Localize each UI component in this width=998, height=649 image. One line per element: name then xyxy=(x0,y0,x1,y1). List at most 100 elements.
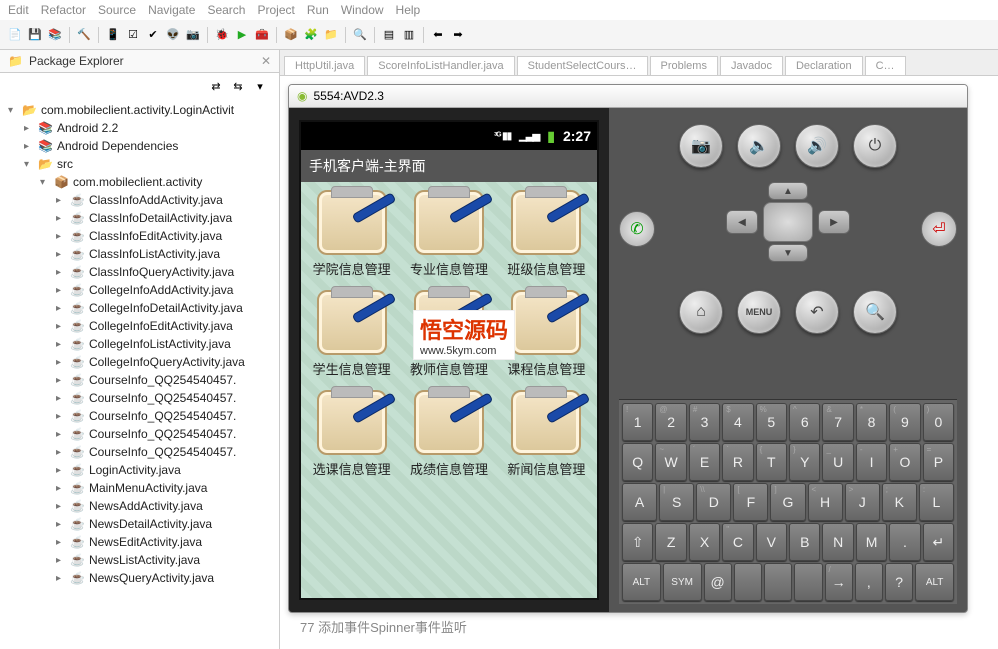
key[interactable]: [F xyxy=(733,483,768,521)
key[interactable]: SYM xyxy=(663,563,702,601)
end-call-button[interactable]: ⏎ xyxy=(921,211,957,247)
volume-up-button[interactable]: 🔊 xyxy=(795,124,839,168)
tree-item[interactable]: ▾📂src xyxy=(0,155,279,173)
camera-button[interactable]: 📷 xyxy=(679,124,723,168)
key[interactable]: A xyxy=(622,483,657,521)
key[interactable]: (9 xyxy=(889,403,920,441)
key[interactable]: *8 xyxy=(856,403,887,441)
tree-item[interactable]: ▸☕ClassInfoDetailActivity.java xyxy=(0,209,279,227)
menu-item[interactable]: Refactor xyxy=(41,3,86,17)
key[interactable]: ALT xyxy=(622,563,661,601)
app-cell[interactable]: 成绩信息管理 xyxy=(402,390,495,478)
key[interactable]: N xyxy=(822,523,853,561)
tree-item[interactable]: ▸☕CollegeInfoAddActivity.java xyxy=(0,281,279,299)
external-icon[interactable]: 🧰 xyxy=(253,26,271,44)
key[interactable]: /→ xyxy=(825,563,853,601)
tab[interactable]: Problems xyxy=(650,56,718,75)
menu-item[interactable]: Source xyxy=(98,3,136,17)
tree-item[interactable]: ▸☕CourseInfo_QQ254540457. xyxy=(0,443,279,461)
tab[interactable]: Declaration xyxy=(785,56,863,75)
key[interactable]: #3 xyxy=(689,403,720,441)
key[interactable]: &7 xyxy=(822,403,853,441)
save-icon[interactable]: 💾 xyxy=(26,26,44,44)
package-tree[interactable]: ▾📂com.mobileclient.activity.LoginActivit… xyxy=(0,99,279,649)
build-icon[interactable]: 🔨 xyxy=(75,26,93,44)
key[interactable] xyxy=(794,563,822,601)
tab[interactable]: C… xyxy=(865,56,906,75)
tree-item[interactable]: ▸☕NewsListActivity.java xyxy=(0,551,279,569)
tree-item[interactable]: ▸☕CollegeInfoQueryActivity.java xyxy=(0,353,279,371)
wizard-icon[interactable]: 👽 xyxy=(164,26,182,44)
tree-item[interactable]: ▸☕ClassInfoAddActivity.java xyxy=(0,191,279,209)
tree-item[interactable]: ▸☕CourseInfo_QQ254540457. xyxy=(0,425,279,443)
collapse-icon[interactable]: ⇄ xyxy=(207,77,225,95)
call-button[interactable]: ✆ xyxy=(619,211,655,247)
key[interactable]: |S xyxy=(659,483,694,521)
key[interactable]: Z xyxy=(655,523,686,561)
app-cell[interactable]: 学生信息管理 xyxy=(305,290,398,378)
save-all-icon[interactable]: 📚 xyxy=(46,26,64,44)
menu-icon[interactable]: ▾ xyxy=(251,77,269,95)
key[interactable]: @ xyxy=(704,563,732,601)
menu-button[interactable]: MENU xyxy=(737,290,781,334)
key[interactable]: !1 xyxy=(622,403,653,441)
app-cell[interactable]: 新闻信息管理 xyxy=(500,390,593,478)
menu-item[interactable]: Help xyxy=(396,3,421,17)
key[interactable]: ~W xyxy=(655,443,686,481)
tree-item[interactable]: ▸☕NewsDetailActivity.java xyxy=(0,515,279,533)
debug-icon[interactable]: 🐞 xyxy=(213,26,231,44)
tree-item[interactable]: ▸📚Android Dependencies xyxy=(0,137,279,155)
tree-item[interactable]: ▸☕LoginActivity.java xyxy=(0,461,279,479)
app-cell[interactable]: 班级信息管理 xyxy=(500,190,593,278)
key[interactable]: }Y xyxy=(789,443,820,481)
key[interactable]: _U xyxy=(822,443,853,481)
task-icon[interactable]: ▥ xyxy=(400,26,418,44)
key[interactable] xyxy=(764,563,792,601)
dpad-right[interactable]: ▶ xyxy=(818,210,850,234)
key[interactable]: V xyxy=(756,523,787,561)
search-button[interactable]: 🔍 xyxy=(853,290,897,334)
menu-item[interactable]: Project xyxy=(257,3,294,17)
key[interactable]: @2 xyxy=(655,403,686,441)
menu-item[interactable]: Window xyxy=(341,3,384,17)
key[interactable]: =P xyxy=(923,443,954,481)
menu-item[interactable]: Search xyxy=(207,3,245,17)
tree-item[interactable]: ▸☕CollegeInfoListActivity.java xyxy=(0,335,279,353)
search-icon[interactable]: 🔍 xyxy=(351,26,369,44)
lint-icon[interactable]: ✔ xyxy=(144,26,162,44)
key[interactable]: <H xyxy=(808,483,843,521)
nav-back-icon[interactable]: ⬅ xyxy=(429,26,447,44)
key[interactable]: `R xyxy=(722,443,753,481)
dpad-left[interactable]: ◀ xyxy=(726,210,758,234)
tree-item[interactable]: ▸📚Android 2.2 xyxy=(0,119,279,137)
run-icon[interactable]: ▶ xyxy=(233,26,251,44)
sdk-icon[interactable]: 📱 xyxy=(104,26,122,44)
key[interactable]: ''C xyxy=(722,523,753,561)
tab[interactable]: ScoreInfoListHandler.java xyxy=(367,56,514,75)
tree-item[interactable]: ▸☕ClassInfoListActivity.java xyxy=(0,245,279,263)
key[interactable]: B xyxy=(789,523,820,561)
key[interactable]: ? xyxy=(885,563,913,601)
key[interactable]: M xyxy=(856,523,887,561)
tree-item[interactable]: ▸☕NewsEditActivity.java xyxy=(0,533,279,551)
close-icon[interactable]: ✕ xyxy=(261,54,271,68)
new-class-icon[interactable]: 🧩 xyxy=(302,26,320,44)
dpad-down[interactable]: ▼ xyxy=(768,244,808,262)
new-pkg-icon[interactable]: 📦 xyxy=(282,26,300,44)
tree-item[interactable]: ▸☕ClassInfoQueryActivity.java xyxy=(0,263,279,281)
app-cell[interactable]: 学院信息管理 xyxy=(305,190,398,278)
key[interactable]: %5 xyxy=(756,403,787,441)
key[interactable]: \\D xyxy=(696,483,731,521)
new-folder-icon[interactable]: 📁 xyxy=(322,26,340,44)
tree-item[interactable]: ▸☕CourseInfo_QQ254540457. xyxy=(0,371,279,389)
key[interactable]: , xyxy=(855,563,883,601)
tree-item[interactable]: ▸☕NewsAddActivity.java xyxy=(0,497,279,515)
key[interactable]: . xyxy=(889,523,920,561)
outline-icon[interactable]: ▤ xyxy=(380,26,398,44)
menu-item[interactable]: Run xyxy=(307,3,329,17)
key[interactable]: )0 xyxy=(923,403,954,441)
key[interactable]: ;K xyxy=(882,483,917,521)
key[interactable]: $4 xyxy=(722,403,753,441)
tree-item[interactable]: ▾📦com.mobileclient.activity xyxy=(0,173,279,191)
key[interactable]: ]G xyxy=(770,483,805,521)
